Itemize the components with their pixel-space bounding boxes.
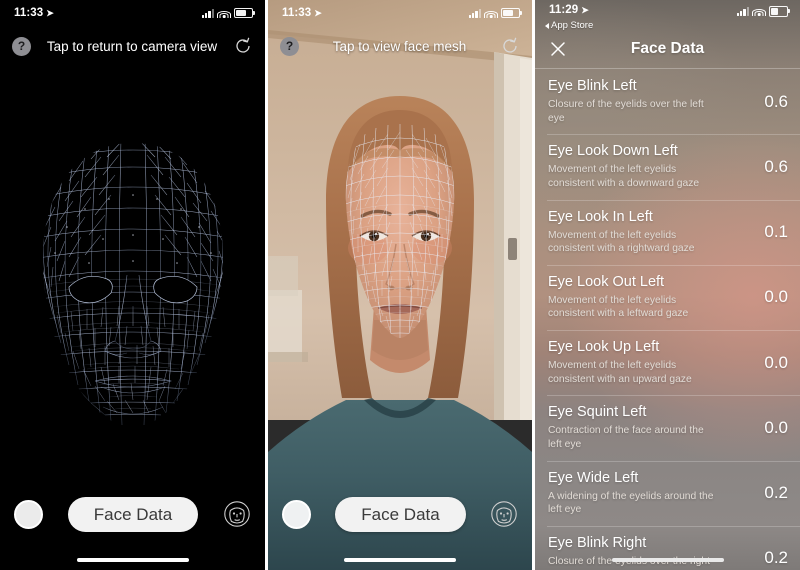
panel-camera-view: 11:33 ➤ ? Tap to view face mesh Face Dat… xyxy=(268,0,532,570)
back-arrow-icon xyxy=(545,22,549,29)
list-item-text: Eye Look Up Left Movement of the left eye… xyxy=(548,339,744,386)
battery-icon xyxy=(501,7,522,19)
list-item-title: Eye Look Up Left xyxy=(548,339,660,356)
mesh-top-bar: ? Tap to return to camera view xyxy=(0,26,265,66)
list-item-description: Movement of the left eyelids consistent … xyxy=(548,360,692,385)
list-item[interactable]: Eye Look In Left Movement of the left eye… xyxy=(535,199,800,265)
panel-face-data: 11:29 ➤ App Store Face Data Eye Blink Le… xyxy=(535,0,800,570)
list-item-value: 0.2 xyxy=(764,548,788,568)
help-icon[interactable]: ? xyxy=(280,36,299,56)
list-item-description: A widening of the eyelids around the lef… xyxy=(548,490,714,516)
face-mesh-icon[interactable] xyxy=(490,500,518,528)
list-item-description: Contraction of the face around the left … xyxy=(548,425,704,451)
battery-icon xyxy=(234,7,255,19)
list-item-description: Movement of the left eyelids consistent … xyxy=(548,229,695,255)
list-item[interactable]: Eye Blink Left Closure of the eyelids ove… xyxy=(535,69,800,134)
list-item-value: 0.6 xyxy=(764,91,788,111)
list-item-description: Movement of the left eyelids consistent … xyxy=(548,164,700,189)
location-arrow-icon: ➤ xyxy=(581,4,589,15)
list-item-title: Eye Wide Left xyxy=(548,469,639,486)
close-icon[interactable] xyxy=(549,40,567,58)
status-indicators xyxy=(736,4,790,17)
home-indicator[interactable] xyxy=(76,558,189,562)
face-data-button[interactable]: Face Data xyxy=(67,496,199,532)
list-item-description: Movement of the left eyelids consistent … xyxy=(548,294,689,320)
refresh-icon[interactable] xyxy=(233,36,253,56)
location-arrow-icon: ➤ xyxy=(314,7,322,18)
list-item-value: 0.0 xyxy=(764,417,788,437)
list-item-text: Eye Look Out Left Movement of the left ey… xyxy=(548,274,744,321)
help-icon[interactable]: ? xyxy=(12,36,31,56)
battery-icon xyxy=(769,6,790,17)
list-item-description: Closure of the eyelids over the left eye xyxy=(548,99,704,124)
wifi-icon xyxy=(217,9,231,18)
back-label: App Store xyxy=(551,20,594,31)
list-item-title: Eye Look Out Left xyxy=(548,273,665,290)
shutter-button[interactable] xyxy=(282,499,311,529)
status-indicators xyxy=(468,7,522,19)
list-item-text: Eye Look In Left Movement of the left eye… xyxy=(548,209,744,256)
camera-view-title[interactable]: Tap to view face mesh xyxy=(299,39,500,54)
list-item-title: Eye Look Down Left xyxy=(548,143,678,160)
back-to-app-store-link[interactable]: App Store xyxy=(545,20,593,31)
list-item-title: Eye Blink Left xyxy=(548,78,637,94)
list-item-value: 0.0 xyxy=(764,287,788,307)
three-panel-screenshot: 11:33 ➤ ? Tap to return to camera view F… xyxy=(0,0,800,570)
home-indicator[interactable] xyxy=(344,558,456,562)
cellular-signal-icon xyxy=(468,8,481,18)
list-item-text: Eye Blink RightClosure of the eyelids ov… xyxy=(548,535,744,570)
cellular-signal-icon xyxy=(736,6,749,16)
list-item[interactable]: Eye Look Down Left Movement of the left e… xyxy=(535,134,800,199)
cellular-signal-icon xyxy=(201,8,214,18)
face-data-header: Face Data xyxy=(535,30,800,68)
face-mesh-icon[interactable] xyxy=(223,500,251,528)
mesh-bottom-controls: Face Data xyxy=(0,480,265,570)
list-item[interactable]: Eye Wide Left A widening of the eyelids a… xyxy=(535,460,800,526)
list-item-text: Eye Blink Left Closure of the eyelids ove… xyxy=(548,78,744,125)
list-item[interactable]: Eye Squint Left Contraction of the face a… xyxy=(535,395,800,460)
refresh-icon[interactable] xyxy=(500,36,520,56)
list-item-value: 0.0 xyxy=(764,352,788,372)
status-bar-mesh: 11:33 ➤ xyxy=(0,0,265,26)
status-time-group: 11:29 ➤ xyxy=(549,4,589,16)
list-item[interactable]: Eye Look Up Left Movement of the left eye… xyxy=(535,330,800,395)
list-item-text: Eye Look Down Left Movement of the left e… xyxy=(548,143,744,190)
home-indicator[interactable] xyxy=(611,558,724,562)
panel-mesh-view: 11:33 ➤ ? Tap to return to camera view F… xyxy=(0,0,265,570)
location-arrow-icon: ➤ xyxy=(46,7,54,18)
shutter-button[interactable] xyxy=(14,499,43,529)
list-item-value: 0.1 xyxy=(764,222,788,242)
wifi-icon xyxy=(484,9,498,18)
face-data-button[interactable]: Face Data xyxy=(335,496,466,532)
list-item-text: Eye Wide Left A widening of the eyelids a… xyxy=(548,470,744,517)
status-time: 11:33 xyxy=(14,7,44,19)
mesh-view-title[interactable]: Tap to return to camera view xyxy=(31,39,233,54)
list-item[interactable]: Eye Look Out Left Movement of the left ey… xyxy=(535,264,800,330)
list-item-value: 0.2 xyxy=(764,483,788,503)
status-time-group: 11:33 ➤ xyxy=(282,7,322,19)
status-time: 11:33 xyxy=(282,7,312,19)
face-data-list[interactable]: Eye Blink Left Closure of the eyelids ove… xyxy=(535,69,800,570)
status-indicators xyxy=(201,7,255,19)
list-item-title: Eye Squint Left xyxy=(548,404,647,421)
wifi-icon xyxy=(752,7,766,16)
status-time: 11:29 xyxy=(549,4,579,16)
status-bar-camera: 11:33 ➤ xyxy=(268,0,532,26)
list-item-value: 0.6 xyxy=(764,156,788,176)
list-item-title: Eye Blink Right xyxy=(548,534,647,551)
list-item[interactable]: Eye Blink RightClosure of the eyelids ov… xyxy=(535,525,800,570)
list-item-title: Eye Look In Left xyxy=(548,208,653,225)
page-title: Face Data xyxy=(630,40,705,57)
camera-top-bar: ? Tap to view face mesh xyxy=(268,26,532,66)
status-time-group: 11:33 ➤ xyxy=(14,7,54,19)
list-item-text: Eye Squint Left Contraction of the face a… xyxy=(548,404,744,451)
camera-bottom-controls: Face Data xyxy=(268,480,532,570)
